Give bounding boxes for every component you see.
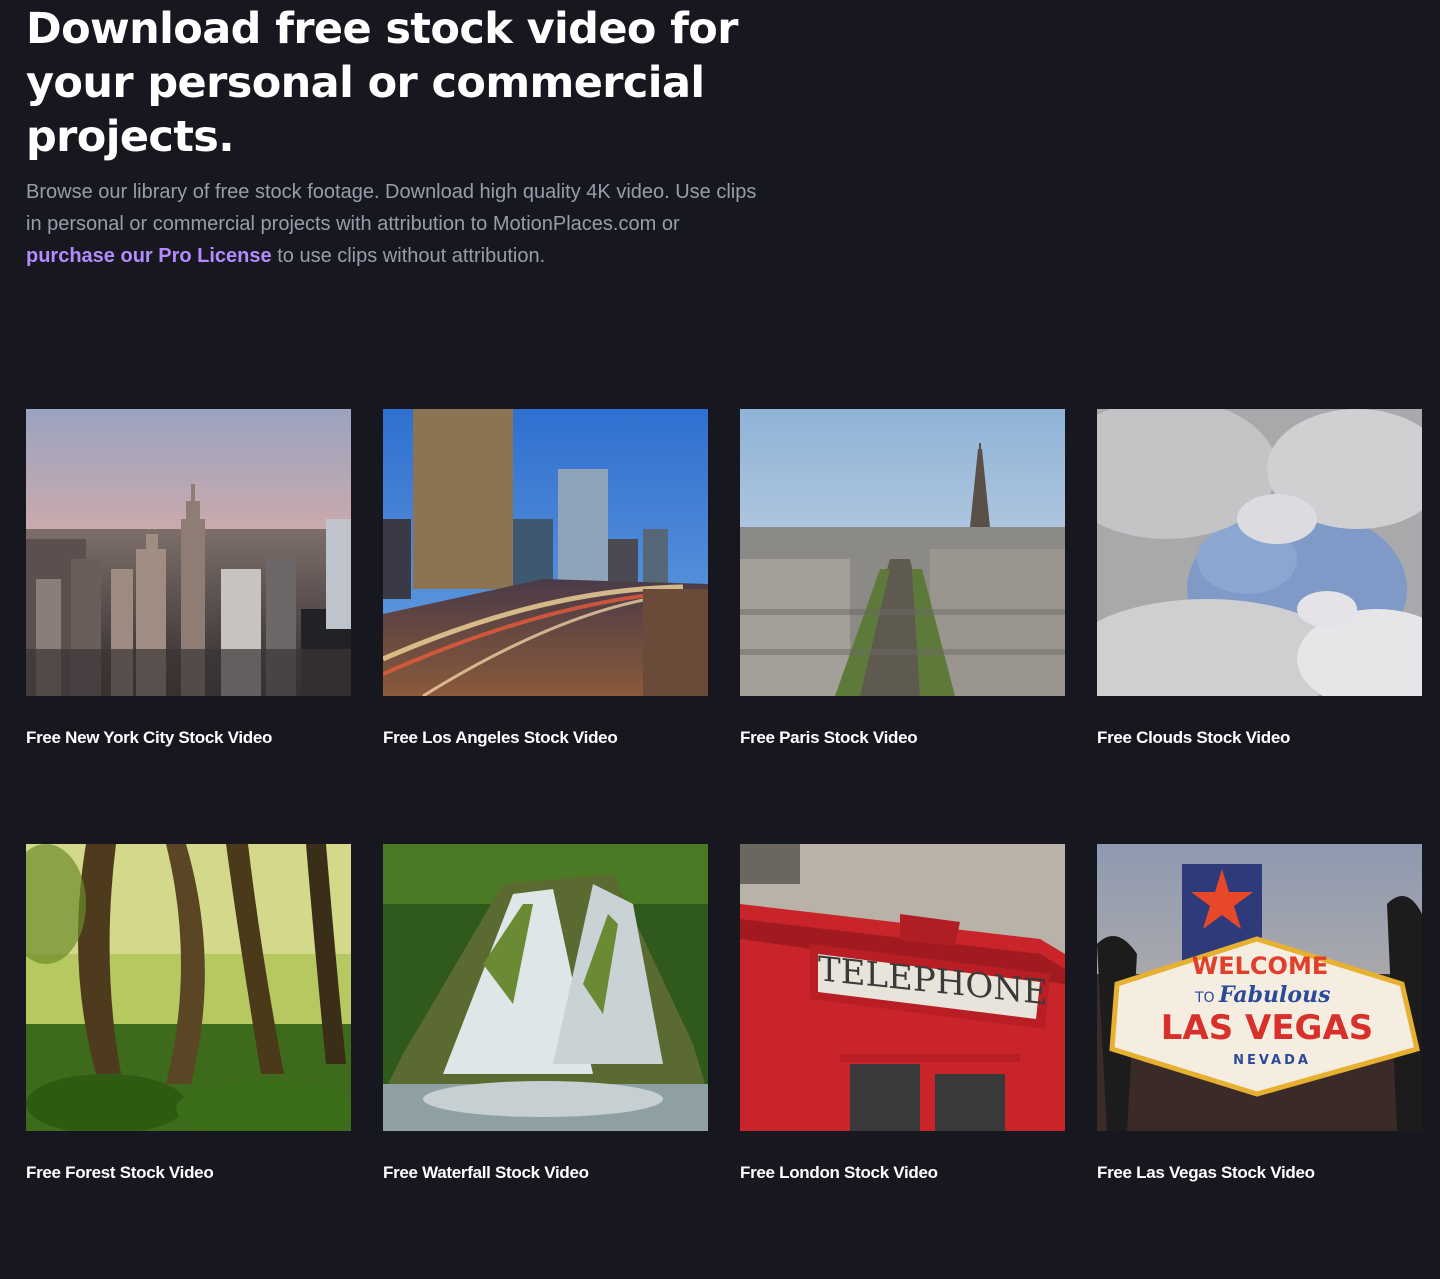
video-category-grid: Free New York City Stock Video Free Los … [26,409,1422,1279]
page-description: Browse our library of free stock footage… [26,176,766,272]
hero-section: Download free stock video for your perso… [26,0,786,272]
vegas-las-vegas-text: LAS VEGAS [1161,1008,1374,1048]
pro-license-link[interactable]: purchase our Pro License [26,245,272,267]
category-card-london[interactable]: TELEPHONE Free London Stock Video [740,844,1065,1279]
las-vegas-sign-thumbnail[interactable]: WELCOME TO Fabulous LAS VEGAS NEVADA [1097,844,1422,1131]
card-title[interactable]: Free New York City Stock Video [26,728,351,748]
card-title[interactable]: Free London Stock Video [740,1163,1065,1183]
vegas-welcome-text: WELCOME [1192,952,1328,980]
london-telephone-box-thumbnail[interactable]: TELEPHONE [740,844,1065,1131]
waterfall-thumbnail[interactable] [383,844,708,1131]
category-card-clouds[interactable]: Free Clouds Stock Video [1097,409,1422,844]
category-card-paris[interactable]: Free Paris Stock Video [740,409,1065,844]
paris-eiffel-tower-thumbnail[interactable] [740,409,1065,696]
vegas-to-text: TO [1194,990,1215,1006]
card-title[interactable]: Free Waterfall Stock Video [383,1163,708,1183]
description-text-end: to use clips without attribution. [277,245,546,267]
card-title[interactable]: Free Paris Stock Video [740,728,1065,748]
category-card-las-vegas[interactable]: WELCOME TO Fabulous LAS VEGAS NEVADA Fre… [1097,844,1422,1279]
card-title[interactable]: Free Forest Stock Video [26,1163,351,1183]
category-card-los-angeles[interactable]: Free Los Angeles Stock Video [383,409,708,844]
los-angeles-freeway-thumbnail[interactable] [383,409,708,696]
vegas-fabulous-text: Fabulous [1218,982,1330,1008]
new-york-skyline-thumbnail[interactable] [26,409,351,696]
forest-trees-thumbnail[interactable] [26,844,351,1131]
card-title[interactable]: Free Clouds Stock Video [1097,728,1422,748]
clouds-sky-thumbnail[interactable] [1097,409,1422,696]
page-title: Download free stock video for your perso… [26,4,738,162]
category-card-new-york[interactable]: Free New York City Stock Video [26,409,351,844]
category-card-forest[interactable]: Free Forest Stock Video [26,844,351,1279]
card-title[interactable]: Free Los Angeles Stock Video [383,728,708,748]
category-card-waterfall[interactable]: Free Waterfall Stock Video [383,844,708,1279]
description-text: Browse our library of free stock footage… [26,181,757,235]
card-title[interactable]: Free Las Vegas Stock Video [1097,1163,1422,1183]
vegas-nevada-text: NEVADA [1233,1053,1311,1068]
